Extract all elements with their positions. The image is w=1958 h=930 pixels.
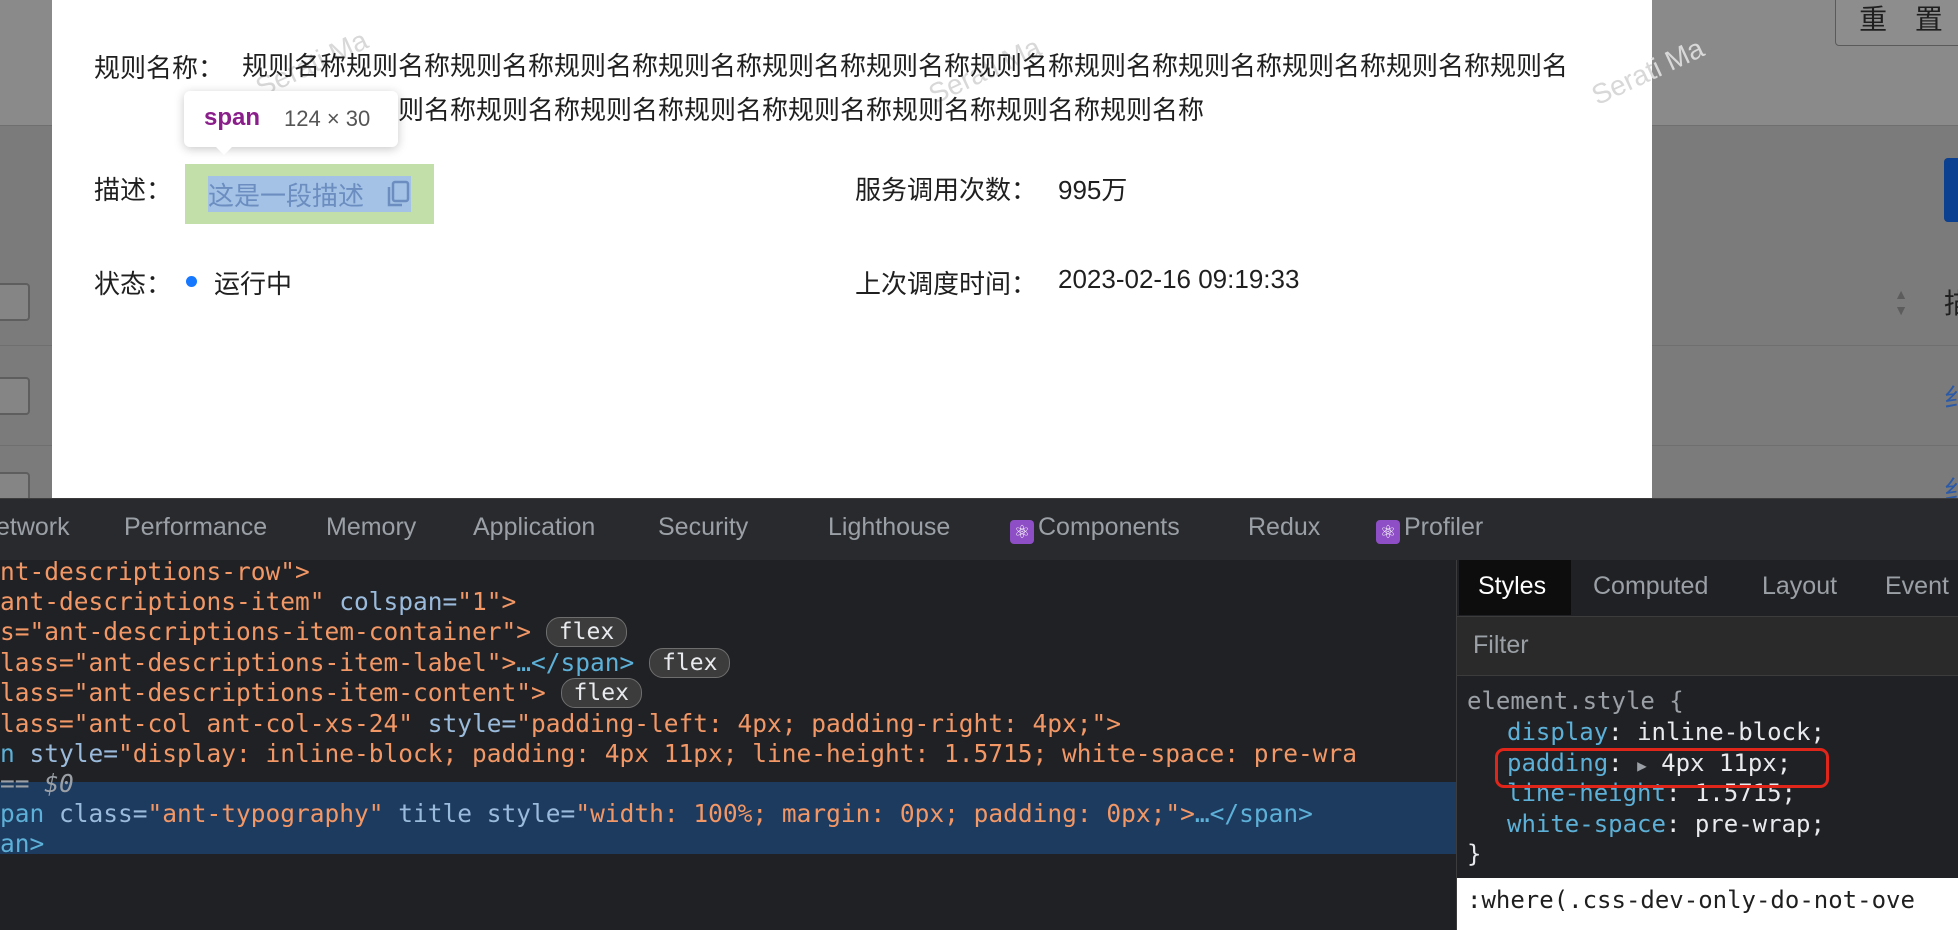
description-label: 描述： <box>94 175 173 205</box>
last-run-value: 2023-02-16 09:19:33 <box>1058 264 1300 294</box>
description-value: 这是一段描述 <box>208 181 365 211</box>
tab-styles[interactable]: Styles <box>1478 572 1546 601</box>
css-selector: element.style { <box>1467 687 1684 715</box>
status-label: 状态： <box>94 269 173 299</box>
styles-tab-bar: Styles Computed Layout Event <box>1457 560 1958 617</box>
tooltip-tag: span <box>204 104 261 131</box>
status-value: 运行中 <box>214 269 293 299</box>
flex-badge[interactable]: flex <box>545 617 628 647</box>
service-calls-label: 服务调用次数： <box>855 175 1038 205</box>
css-declaration[interactable]: display: inline-block; <box>1507 718 1825 746</box>
tab-redux[interactable]: Redux <box>1248 513 1320 542</box>
row-checkbox[interactable] <box>0 283 30 321</box>
service-calls-value: 995万 <box>1058 175 1128 205</box>
tab-components[interactable]: ⚛ Components <box>1010 513 1180 544</box>
annotation-box <box>1495 748 1829 788</box>
dom-node[interactable]: pan class="ant-typography" title style="… <box>0 796 1313 832</box>
react-icon: ⚛ <box>1010 520 1034 544</box>
tab-layout[interactable]: Layout <box>1762 572 1837 601</box>
tab-application[interactable]: Application <box>473 513 595 542</box>
tab-computed[interactable]: Computed <box>1593 572 1708 601</box>
column-header: 描 <box>1944 282 1958 322</box>
row-checkbox[interactable] <box>0 377 30 415</box>
devtools-panel: etwork Performance Memory Application Se… <box>0 498 1958 930</box>
tab-lighthouse[interactable]: Lighthouse <box>828 513 950 542</box>
css-selector: :where(.css-dev-only-do-not-ove <box>1467 886 1915 914</box>
tab-performance[interactable]: Performance <box>124 513 267 542</box>
styles-pane: Styles Computed Layout Event Filter elem… <box>1456 560 1958 930</box>
row-link[interactable]: 纟 <box>1944 378 1958 415</box>
tab-network[interactable]: etwork <box>0 513 70 542</box>
dom-node-selected[interactable]: n style="display: inline-block; padding:… <box>0 736 1357 772</box>
rule-name-value: 规则名称规则名称规则名称规则名称规则名称规则名称规则名称规则名称规则名称规则名称… <box>242 51 1569 125</box>
devtools-tab-bar: etwork Performance Memory Application Se… <box>0 498 1958 562</box>
reset-button[interactable]: 重 置 <box>1835 0 1958 46</box>
elements-tree: nt-descriptions-row"> ant-descriptions-i… <box>0 557 1456 930</box>
last-run-label: 上次调度时间： <box>855 269 1038 299</box>
styles-filter-input[interactable]: Filter <box>1457 617 1958 676</box>
dom-node[interactable]: an> <box>0 826 44 862</box>
tab-components-label: Components <box>1038 513 1180 541</box>
sort-icon[interactable]: ▲ ▼ <box>1893 286 1909 318</box>
tab-security[interactable]: Security <box>658 513 748 542</box>
flex-badge[interactable]: flex <box>649 648 731 678</box>
tab-profiler-label: Profiler <box>1404 513 1484 541</box>
tab-event-listeners[interactable]: Event <box>1885 572 1949 601</box>
tooltip-arrow <box>210 141 238 155</box>
rule-name-label: 规则名称： <box>94 53 225 83</box>
status-dot-icon <box>186 276 197 287</box>
css-declaration[interactable]: white-space: pre-wrap; <box>1507 810 1825 838</box>
react-icon: ⚛ <box>1376 520 1400 544</box>
copy-icon[interactable] <box>385 180 411 208</box>
tab-memory[interactable]: Memory <box>326 513 416 542</box>
tooltip-size: 124 × 30 <box>284 106 371 131</box>
filter-placeholder: Filter <box>1473 631 1529 659</box>
next-css-rule: :where(.css-dev-only-do-not-ove <box>1457 878 1958 930</box>
flex-badge[interactable]: flex <box>560 678 642 708</box>
tab-profiler[interactable]: ⚛ Profiler <box>1376 513 1483 544</box>
primary-button[interactable] <box>1944 158 1958 222</box>
css-rule-close: } <box>1467 840 1482 868</box>
